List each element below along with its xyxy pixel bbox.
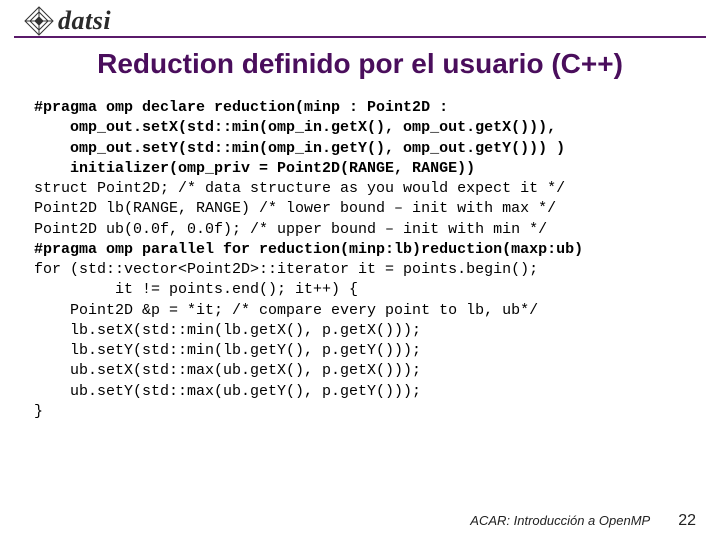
code-line: for (std::vector<Point2D>::iterator it =… [34,261,538,278]
code-line: it != points.end(); it++) { [34,281,358,298]
code-line: ub.setY(std::max(ub.getY(), p.getY())); [34,383,421,400]
code-line: lb.setX(std::min(lb.getX(), p.getX())); [34,322,421,339]
code-block: #pragma omp declare reduction(minp : Poi… [0,98,720,422]
code-line: Point2D ub(0.0f, 0.0f); /* upper bound –… [34,221,547,238]
code-line: omp_out.setX(std::min(omp_in.getX(), omp… [34,119,556,136]
footer-text: ACAR: Introducción a OpenMP [470,513,650,528]
code-line: Point2D &p = *it; /* compare every point… [34,302,538,319]
page-number: 22 [678,512,696,530]
header-bar: datsi [14,0,706,38]
logo-diamond-icon [24,6,54,36]
footer: ACAR: Introducción a OpenMP 22 [470,512,696,530]
code-line: lb.setY(std::min(lb.getY(), p.getY())); [34,342,421,359]
code-line: ub.setX(std::max(ub.getX(), p.getX())); [34,362,421,379]
logo-text: datsi [58,6,111,36]
code-line: initializer(omp_priv = Point2D(RANGE, RA… [34,160,475,177]
code-line: #pragma omp declare reduction(minp : Poi… [34,99,448,116]
code-line: #pragma omp parallel for reduction(minp:… [34,241,583,258]
code-line: omp_out.setY(std::min(omp_in.getY(), omp… [34,140,565,157]
code-line: } [34,403,43,420]
code-line: struct Point2D; /* data structure as you… [34,180,565,197]
slide-title: Reduction definido por el usuario (C++) [0,48,720,80]
code-line: Point2D lb(RANGE, RANGE) /* lower bound … [34,200,556,217]
logo: datsi [24,6,111,36]
